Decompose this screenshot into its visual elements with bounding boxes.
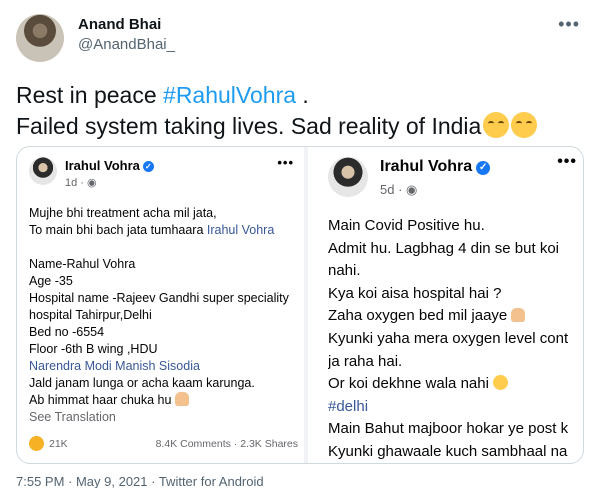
fb-mentions-line: Narendra Modi Manish Sisodia <box>29 359 200 373</box>
fb-text-segment: Or koi dekhne wala nahi <box>328 375 494 393</box>
author-name[interactable]: Anand Bhai <box>78 16 161 33</box>
fb-post-time: 1d · <box>65 177 88 189</box>
tweet-text-segment: Rest in peace <box>16 82 164 108</box>
fb-text-segment: Ab himmat haar chuka hu <box>29 393 175 407</box>
fb-text-line: Mujhe bhi treatment acha mil jata, <box>29 206 217 220</box>
tweet-text-segment: Failed system taking lives. Sad reality … <box>16 113 482 139</box>
tweet-timestamp[interactable]: 7:55 PM · May 9, 2021 · Twitter for Andr… <box>16 474 264 488</box>
fb-author-name: Irahul Vohra ✓ <box>380 158 491 176</box>
fb-text-line: Age -35 <box>29 274 73 288</box>
globe-icon: ◉ <box>406 182 418 197</box>
folded-hands-emoji-icon <box>174 392 189 406</box>
fb-post-footer: 21K 8.4K Comments · 2.3K Shares <box>29 436 298 454</box>
fb-author-name-text: Irahul Vohra <box>380 158 473 175</box>
fb-text-segment: To main bhi bach jata tumhaara <box>29 223 207 237</box>
fb-text-segment: Zaha oxygen bed mil jaaye <box>328 307 512 325</box>
fb-author-name: Irahul Vohra ✓ <box>65 158 154 173</box>
globe-icon: ◉ <box>87 177 97 189</box>
fb-text-line: Kyunki yaha mera oxygen level cont <box>328 329 569 347</box>
folded-hands-emoji-icon <box>511 308 526 323</box>
disappointed-face-emoji-icon <box>493 375 509 391</box>
fb-text-line: Ab himmat haar chuka hu <box>29 392 304 409</box>
fb-text-line: ja raha hai. <box>328 352 403 370</box>
fb-post-screenshot-right: Irahul Vohra ✓ 5d · ◉ ••• Main Covid Posi… <box>308 147 583 463</box>
comments-shares-count: 8.4K Comments · 2.3K Shares <box>155 438 298 450</box>
more-options-icon[interactable]: ••• <box>558 14 580 35</box>
fb-text-line: Name-Rahul Vohra <box>29 257 136 271</box>
fb-text-line: Main Covid Positive hu. <box>328 217 485 234</box>
fb-post-body: Main Covid Positive hu. Admit hu. Lagbha… <box>328 215 583 463</box>
verified-badge-icon: ✓ <box>142 161 154 172</box>
tweet-header: Anand Bhai @AnandBhai_ ••• <box>0 0 598 70</box>
fb-text-line: nahi. <box>328 262 361 280</box>
fb-text-line: Zaha oxygen bed mil jaaye <box>328 305 583 328</box>
fb-text-line: hospital Tahirpur,Delhi <box>29 308 152 322</box>
tweet-media-image[interactable]: Irahul Vohra ✓ 1d · ◉ ••• Mujhe bhi treat… <box>16 146 584 464</box>
tweet-text-line-2: Failed system taking lives. Sad reality … <box>16 111 586 142</box>
see-translation-link: See Translation <box>29 410 116 424</box>
fb-avatar <box>29 157 57 185</box>
fb-post-time: 5d · <box>380 182 407 197</box>
fb-more-icon: ••• <box>277 155 294 170</box>
fb-blank-line <box>29 239 304 256</box>
fb-text-line: Or koi dekhne wala nahi <box>328 373 583 396</box>
relieved-face-emoji-icon <box>483 112 510 138</box>
fb-author-name-text: Irahul Vohra <box>65 158 140 173</box>
fb-text-line: Kya koi aisa hospital hai ? <box>328 284 502 302</box>
reaction-count: 21K <box>49 438 68 450</box>
fb-text-line: Admit hu. Lagbhag 4 din se but koi <box>328 239 559 257</box>
sad-reaction-icon <box>29 436 44 451</box>
author-handle[interactable]: @AnandBhai_ <box>78 36 175 53</box>
tweet-text: Rest in peace #RahulVohra . Failed syste… <box>16 80 586 142</box>
fb-text-line: To main bhi bach jata tumhaara Irahul Vo… <box>29 222 304 239</box>
fb-post-meta: 5d · ◉ <box>380 182 417 198</box>
verified-badge-icon: ✓ <box>476 161 491 175</box>
tweet-text-segment: . <box>296 82 309 108</box>
fb-text-line: Hospital name -Rajeev Gandhi super speci… <box>29 291 289 305</box>
fb-avatar <box>328 157 368 197</box>
fb-post-screenshot-left: Irahul Vohra ✓ 1d · ◉ ••• Mujhe bhi treat… <box>17 147 304 463</box>
fb-text-line: Bed no -6554 <box>29 325 105 339</box>
author-avatar[interactable] <box>16 14 64 62</box>
fb-post-body: Mujhe bhi treatment acha mil jata, To ma… <box>29 205 304 426</box>
fb-more-icon: ••• <box>557 153 577 170</box>
fb-text-line: Jald janam lunga or acha kaam karunga. <box>29 376 255 390</box>
hashtag-link[interactable]: #RahulVohra <box>163 82 296 108</box>
fb-text-line: Floor -6th B wing ,HDU <box>29 342 158 356</box>
fb-hashtag-link: #delhi <box>328 397 369 415</box>
fb-text-line: Kyunki ghawaale kuch sambhaal na <box>328 442 568 460</box>
fb-post-meta: 1d · ◉ <box>65 176 97 189</box>
relieved-face-emoji-icon <box>511 112 538 138</box>
fb-text-line: Main Bahut majboor hokar ye post k <box>328 420 569 438</box>
tweet-text-line-1: Rest in peace #RahulVohra . <box>16 80 586 111</box>
fb-mention-link: Irahul Vohra <box>206 223 275 237</box>
